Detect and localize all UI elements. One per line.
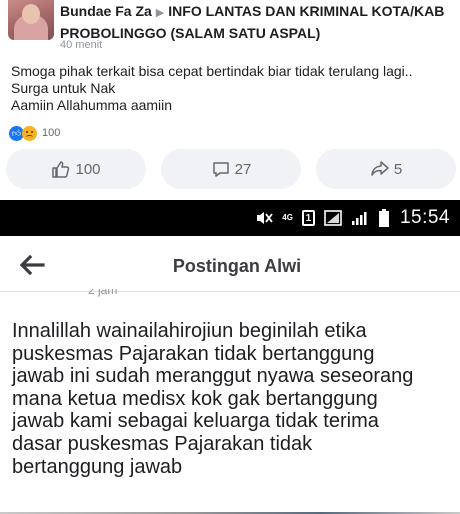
reaction-count: 100	[42, 127, 61, 139]
sim-icon: 1	[301, 210, 315, 226]
post-line: Aamiin Allahumma aamiin	[11, 97, 173, 113]
share-count: 5	[393, 160, 403, 178]
reaction-summary[interactable]: 👍︎ 100	[9, 124, 60, 142]
content-line: bertanggung jawab	[12, 455, 183, 478]
feed-post: Bundae Fa Za ▶ INFO LANTAS DAN KRIMINAL KO…	[0, 0, 460, 200]
post-timestamp-cut: 2 jam	[88, 289, 118, 297]
post-timestamp[interactable]: 40 menit	[60, 39, 102, 51]
post-header: Bundae Fa Za ▶ INFO LANTAS DAN KRIMINAL KO…	[60, 1, 455, 43]
content-line: puskesmas Pajarakan tidak bertanggung	[12, 342, 375, 365]
comment-icon	[212, 162, 229, 177]
content-line: jawab ini sudah meranggut nyawa seseoran…	[12, 365, 414, 388]
post-page: Postingan Alwi 2 jam Innalillah wainaila…	[0, 236, 460, 514]
post-actions: 100 27 5	[6, 149, 456, 189]
comment-count: 27	[234, 160, 252, 178]
content-line: jawab kami sebagai keluarga tidak terima	[12, 410, 379, 433]
arrow-right-icon: ▶	[155, 7, 165, 19]
battery-icon	[378, 209, 390, 227]
content-line: dasar puskesmas Pajarakan tidak	[12, 432, 313, 455]
author-name[interactable]: Bundae Fa Za	[60, 3, 152, 19]
author-avatar[interactable]	[8, 0, 54, 40]
signal-icon	[324, 210, 342, 226]
signal-bars-icon	[351, 210, 369, 226]
like-button[interactable]: 100	[6, 149, 146, 189]
post-content: Innalillah wainailahirojiun beginilah et…	[12, 320, 452, 478]
network-type-icon: 4G	[282, 213, 293, 222]
post-line: Smoga pihak terkait bisa cepat bertindak…	[11, 63, 413, 79]
content-line: mana ketua medisx kok gak bertanggung	[12, 387, 378, 410]
content-line: Innalillah wainailahirojiun beginilah et…	[12, 320, 367, 342]
avatar-face	[22, 4, 40, 24]
like-count: 100	[75, 160, 101, 178]
post-text: Smoga pihak terkait bisa cepat bertindak…	[11, 63, 456, 114]
share-icon	[371, 161, 389, 176]
top-nav-bar: Postingan Alwi	[0, 236, 460, 292]
sad-reaction-icon	[22, 125, 37, 141]
comment-button[interactable]: 27	[161, 149, 301, 189]
post-line: Surga untuk Nak	[11, 80, 116, 96]
mute-vibrate-icon	[255, 210, 274, 226]
status-bar: 4G 1 15:54	[0, 200, 460, 236]
page-title: Postingan Alwi	[172, 256, 302, 276]
thumbs-up-icon	[52, 161, 70, 178]
status-time: 15:54	[399, 207, 450, 228]
share-button[interactable]: 5	[316, 149, 456, 189]
